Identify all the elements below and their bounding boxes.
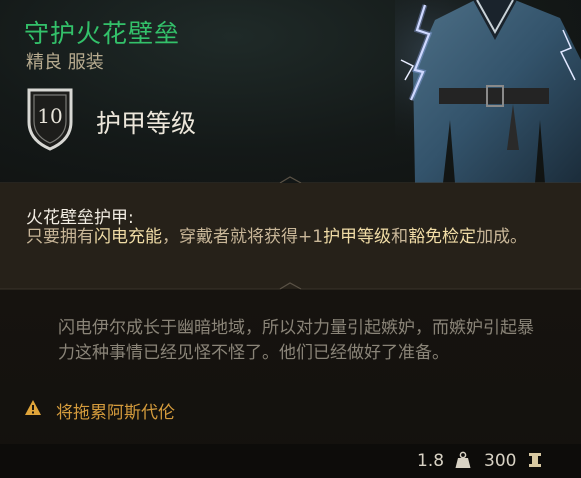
keyword-saving-throws[interactable]: 豁免检定 — [408, 227, 476, 247]
armor-class-value: 10 — [37, 104, 63, 128]
gold-coin-icon — [529, 453, 541, 467]
keyword-lightning-charge[interactable]: 闪电充能 — [94, 227, 162, 247]
feature-description: 只要拥有闪电充能，穿戴者就将获得+1护甲等级和豁免检定加成。 — [26, 227, 528, 247]
warning-text: 将拖累阿斯代伦 — [56, 403, 175, 423]
armor-class-label: 护甲等级 — [96, 109, 197, 138]
price-value: 300 — [484, 451, 517, 471]
item-name: 守护火花壁垒 — [24, 19, 181, 48]
item-rarity-type: 精良 服装 — [26, 52, 104, 73]
clothing-art-icon — [395, 0, 581, 183]
item-tooltip: 守护火花壁垒 精良 服装 10 护甲等级 火花壁垒护甲: 只要拥有闪电充能，穿戴… — [0, 0, 581, 478]
flavor-text: 闪电伊尔成长于幽暗地域，所以对力量引起嫉妒，而嫉妒引起暴力这种事情已经见怪不怪了… — [58, 318, 534, 363]
section-divider — [0, 282, 581, 290]
keyword-armor-class[interactable]: 护甲等级 — [323, 227, 391, 247]
weight-value: 1.8 — [417, 451, 445, 471]
warning-icon — [25, 400, 41, 415]
weight-icon — [455, 451, 471, 468]
